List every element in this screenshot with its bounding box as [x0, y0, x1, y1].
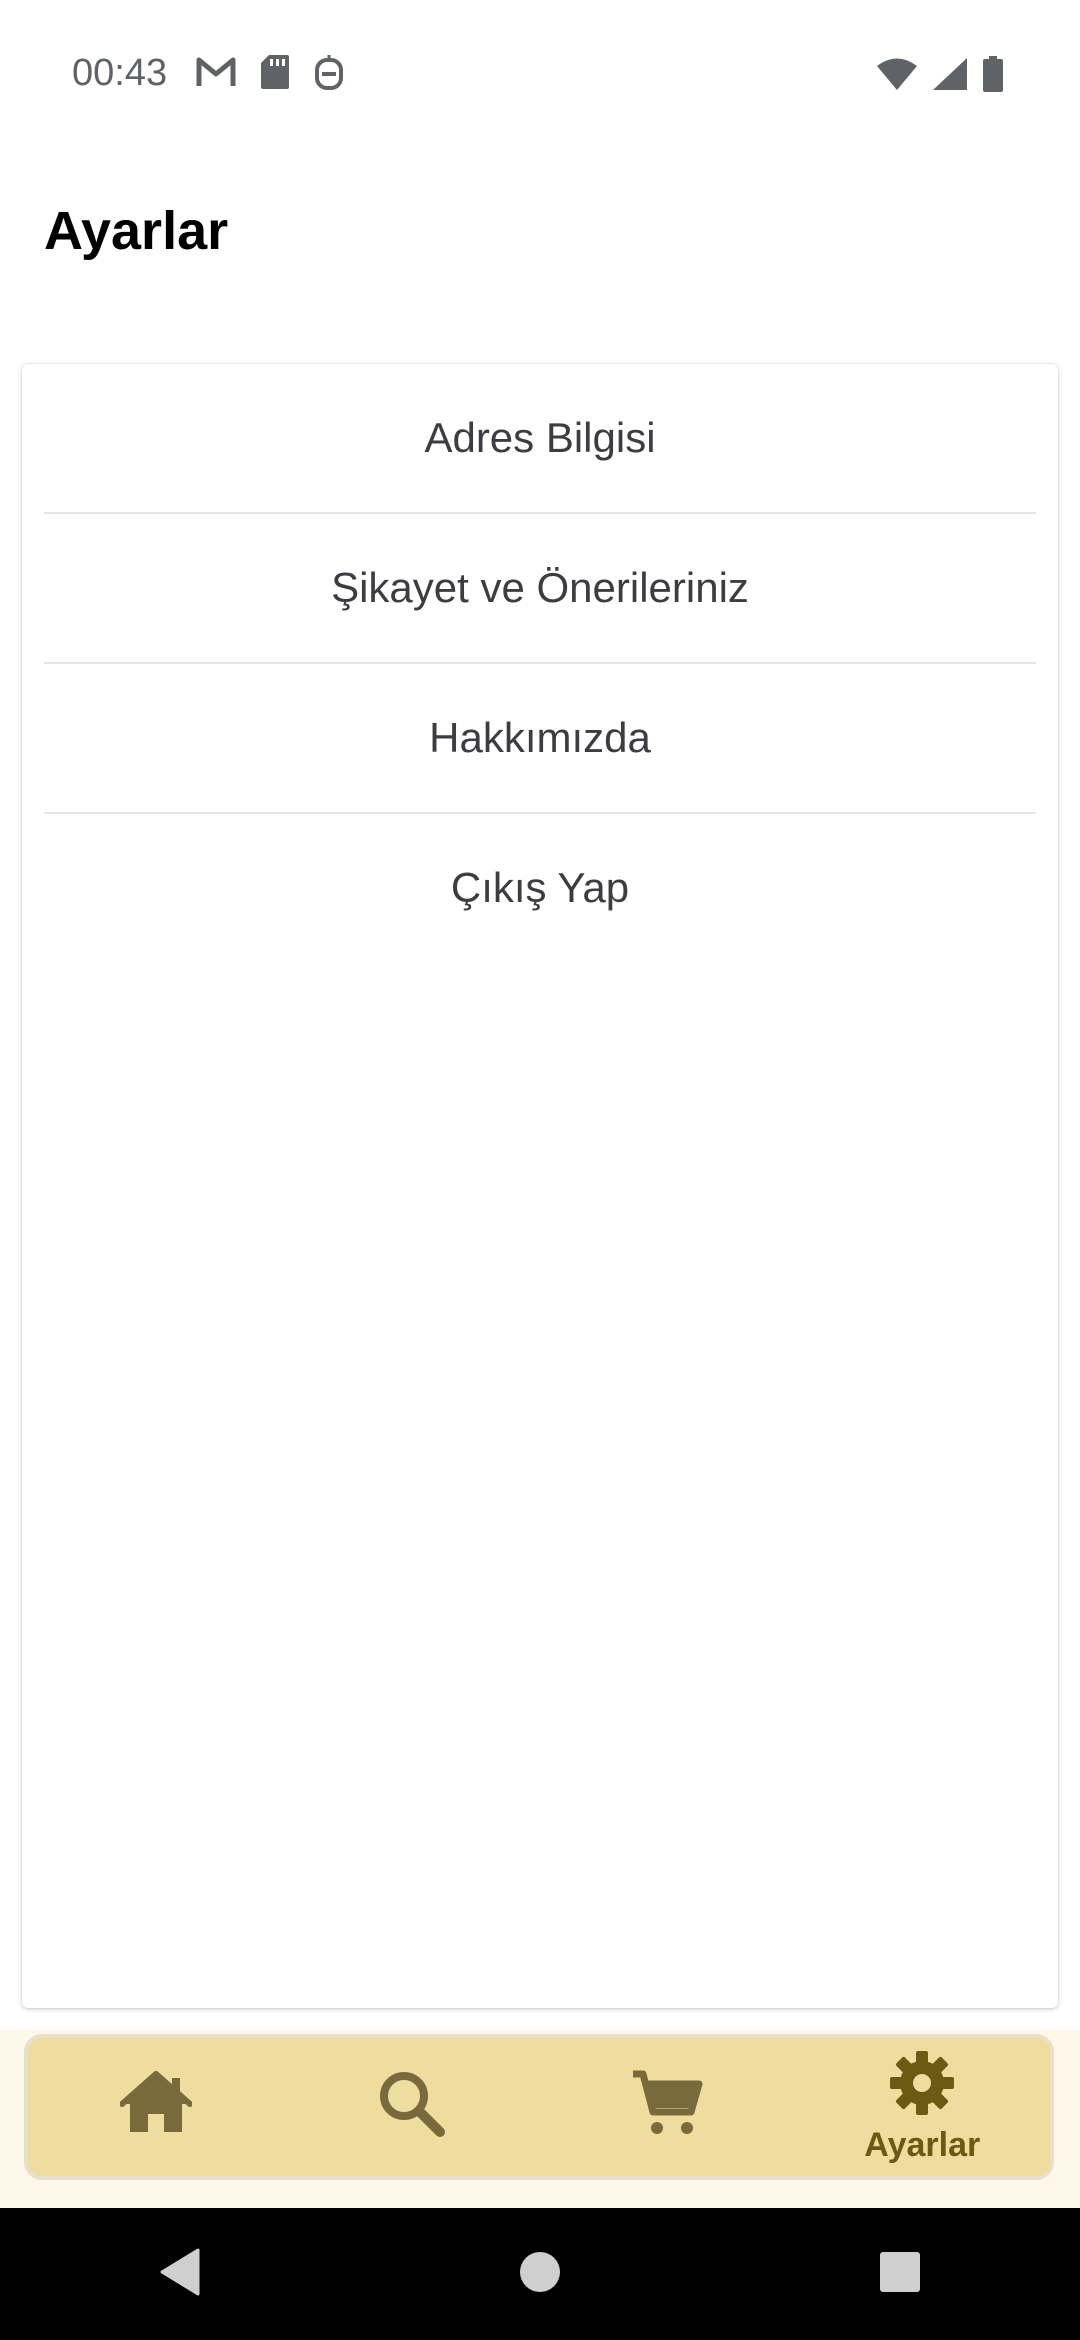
bottom-nav: Ayarlar: [24, 2034, 1054, 2180]
wifi-icon: [876, 57, 918, 91]
nav-item-search[interactable]: [311, 2042, 511, 2172]
back-icon: [158, 2248, 202, 2301]
notification-icons: [196, 54, 344, 90]
nav-label-settings: Ayarlar: [864, 2126, 981, 2164]
nav-item-home[interactable]: [56, 2042, 256, 2172]
home-icon: [118, 2070, 193, 2141]
settings-item-logout[interactable]: Çıkış Yap: [44, 814, 1036, 962]
nav-item-settings[interactable]: Ayarlar: [822, 2042, 1022, 2172]
settings-item-feedback[interactable]: Şikayet ve Önerileriniz: [44, 514, 1036, 664]
settings-list: Adres Bilgisi Şikayet ve Önerileriniz Ha…: [22, 364, 1058, 962]
settings-card: Adres Bilgisi Şikayet ve Önerileriniz Ha…: [22, 364, 1058, 2008]
settings-screen: 00:43 Ayarlar Adres Bilgisi Şikayet ve Ö…: [0, 0, 1080, 2340]
assistant-icon: [314, 54, 344, 90]
battery-icon: [982, 56, 1004, 92]
status-bar: 00:43: [0, 0, 1080, 150]
nav-item-cart[interactable]: [567, 2042, 767, 2172]
gear-icon: [888, 2049, 956, 2122]
gmail-icon: [196, 56, 236, 88]
system-nav-bar: [0, 2208, 1080, 2340]
home-button[interactable]: [480, 2214, 600, 2334]
home-circle-icon: [518, 2250, 562, 2299]
status-time: 00:43: [72, 52, 168, 94]
sd-card-icon: [260, 54, 290, 90]
cart-icon: [631, 2068, 703, 2143]
recents-icon: [878, 2250, 922, 2299]
search-icon: [376, 2068, 446, 2143]
signal-icon: [932, 57, 968, 91]
recents-button[interactable]: [840, 2214, 960, 2334]
settings-item-address[interactable]: Adres Bilgisi: [44, 364, 1036, 514]
system-status-icons: [876, 56, 1004, 92]
settings-item-about[interactable]: Hakkımızda: [44, 664, 1036, 814]
back-button[interactable]: [120, 2214, 240, 2334]
page-title: Ayarlar: [44, 201, 229, 261]
